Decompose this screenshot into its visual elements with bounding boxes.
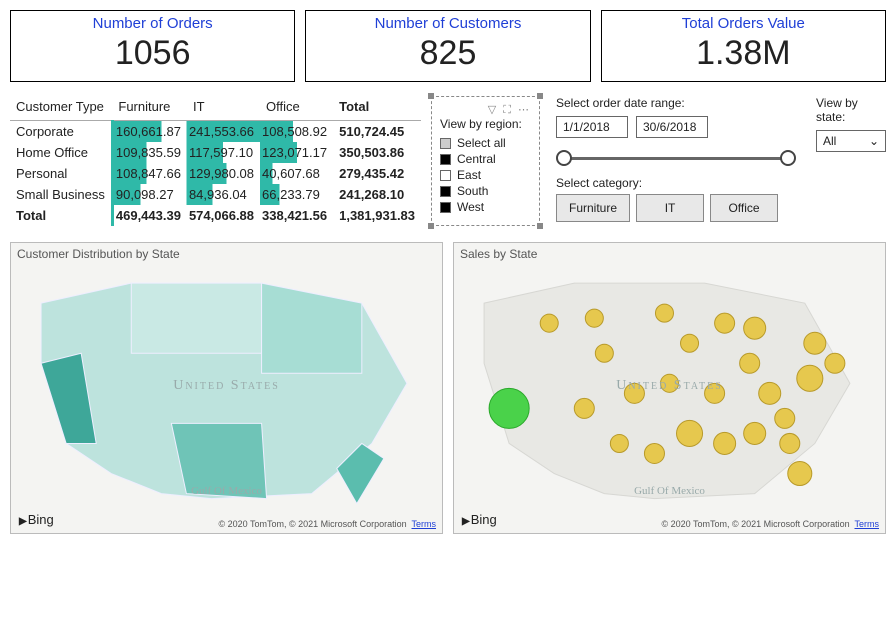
matrix-header[interactable]: Furniture	[112, 96, 187, 121]
matrix-cell: 160,661.87	[112, 121, 187, 143]
matrix-header-total[interactable]: Total	[333, 96, 421, 121]
matrix-cell: 108,508.92	[260, 121, 333, 143]
map-title: Sales by State	[460, 247, 537, 261]
slicer-item-label: West	[457, 200, 484, 214]
range-knob-end[interactable]	[780, 150, 796, 166]
checkbox-icon	[440, 186, 451, 197]
matrix-row-total: 350,503.86	[333, 142, 421, 163]
slicer-title: View by region:	[440, 117, 531, 131]
map-title: Customer Distribution by State	[17, 247, 180, 261]
table-row[interactable]: Small Business90,098.2784,936.0466,233.7…	[10, 184, 421, 205]
map-attribution: © 2020 TomTom, © 2021 Microsoft Corporat…	[218, 519, 436, 529]
checkbox-icon	[440, 154, 451, 165]
matrix-cell: 66,233.79	[260, 184, 333, 205]
map-attribution: © 2020 TomTom, © 2021 Microsoft Corporat…	[661, 519, 879, 529]
kpi-row: Number of Orders 1056 Number of Customer…	[10, 10, 886, 82]
card-title: Number of Orders	[11, 15, 294, 32]
matrix-row-label: Personal	[10, 163, 112, 184]
slicer-item-label: Select all	[457, 136, 506, 150]
matrix-cell: 129,980.08	[187, 163, 260, 184]
matrix-cell: 109,835.59	[112, 142, 187, 163]
map-sales-by-state[interactable]: Sales by State United States Gulf Of Me	[453, 242, 886, 534]
map-customer-distribution[interactable]: Customer Distribution by State United St…	[10, 242, 443, 534]
matrix-row-label: Home Office	[10, 142, 112, 163]
map-country-label: United States	[454, 378, 885, 394]
bing-logo: Bing	[462, 512, 497, 527]
matrix-header[interactable]: Office	[260, 96, 333, 121]
table-row[interactable]: Personal108,847.66129,980.0840,607.68279…	[10, 163, 421, 184]
matrix-row-total: 279,435.42	[333, 163, 421, 184]
state-label: View by state:	[816, 96, 886, 124]
chevron-down-icon: ⌄	[869, 134, 879, 148]
checkbox-icon	[440, 138, 451, 149]
matrix-cell: 123,071.17	[260, 142, 333, 163]
matrix-visual[interactable]: Customer Type Furniture IT Office Total …	[10, 96, 421, 226]
region-slicer[interactable]: ▽ ⛶ ⋯ View by region: Select all Central E…	[431, 96, 540, 226]
matrix-cell: 84,936.04	[187, 184, 260, 205]
category-label: Select category:	[556, 176, 886, 190]
matrix-row-label: Small Business	[10, 184, 112, 205]
card-value: 825	[306, 34, 589, 73]
more-icon[interactable]: ⋯	[518, 104, 531, 116]
matrix-header[interactable]: Customer Type	[10, 96, 112, 121]
category-button[interactable]: Office	[710, 194, 778, 222]
checkbox-icon	[440, 202, 451, 213]
matrix-cell: 40,607.68	[260, 163, 333, 184]
slicer-item[interactable]: South	[440, 183, 531, 199]
matrix-row-total: 241,268.10	[333, 184, 421, 205]
bing-logo: Bing	[19, 512, 54, 527]
date-to-input[interactable]: 30/6/2018	[636, 116, 708, 138]
slicer-item[interactable]: Central	[440, 151, 531, 167]
matrix-cell: 90,098.27	[112, 184, 187, 205]
matrix-header[interactable]: IT	[187, 96, 260, 121]
slicer-item[interactable]: Select all	[440, 135, 531, 151]
date-from-input[interactable]: 1/1/2018	[556, 116, 628, 138]
category-button[interactable]: IT	[636, 194, 704, 222]
map-gulf-label: Gulf Of Mexico	[11, 485, 442, 497]
table-total-row: Total469,443.39574,066.88338,421.561,381…	[10, 205, 421, 226]
state-value: All	[823, 134, 836, 148]
matrix-row-total: 510,724.45	[333, 121, 421, 143]
slicer-item-label: East	[457, 168, 481, 182]
matrix-cell: 241,553.66	[187, 121, 260, 143]
card-total-value: Total Orders Value 1.38M	[601, 10, 886, 82]
filter-icon[interactable]: ▽	[488, 104, 498, 116]
card-customers: Number of Customers 825	[305, 10, 590, 82]
map-country-label: United States	[11, 378, 442, 394]
terms-link[interactable]: Terms	[855, 519, 880, 529]
date-range-slider[interactable]	[556, 148, 796, 168]
card-value: 1056	[11, 34, 294, 73]
card-title: Number of Customers	[306, 15, 589, 32]
slicer-item-label: Central	[457, 152, 496, 166]
category-button[interactable]: Furniture	[556, 194, 630, 222]
slicer-item-label: South	[457, 184, 488, 198]
range-knob-start[interactable]	[556, 150, 572, 166]
date-range-label: Select order date range:	[556, 96, 796, 110]
table-row[interactable]: Home Office109,835.59117,597.10123,071.1…	[10, 142, 421, 163]
map-gulf-label: Gulf Of Mexico	[454, 485, 885, 497]
filters-panel: Select order date range: 1/1/2018 30/6/2…	[550, 96, 886, 222]
slicer-item[interactable]: West	[440, 199, 531, 215]
card-title: Total Orders Value	[602, 15, 885, 32]
terms-link[interactable]: Terms	[412, 519, 437, 529]
table-row[interactable]: Corporate160,661.87241,553.66108,508.925…	[10, 121, 421, 143]
card-value: 1.38M	[602, 34, 885, 73]
focus-icon[interactable]: ⛶	[503, 104, 513, 116]
slicer-item[interactable]: East	[440, 167, 531, 183]
card-orders: Number of Orders 1056	[10, 10, 295, 82]
checkbox-icon	[440, 170, 451, 181]
state-dropdown[interactable]: All ⌄	[816, 130, 886, 152]
matrix-cell: 117,597.10	[187, 142, 260, 163]
matrix-cell: 108,847.66	[112, 163, 187, 184]
matrix-row-label: Corporate	[10, 121, 112, 143]
